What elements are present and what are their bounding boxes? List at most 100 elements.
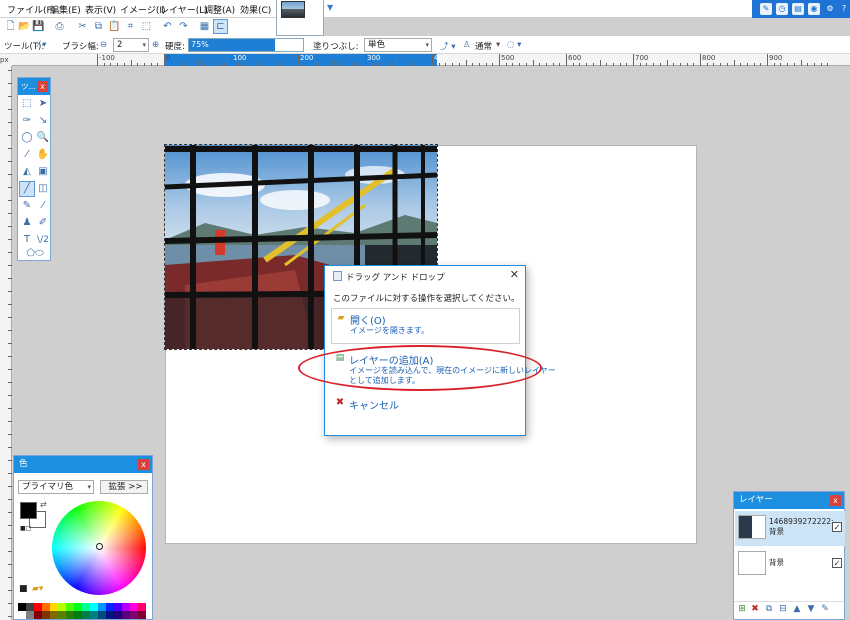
palette-swatch[interactable] [66,603,74,611]
expand-button[interactable]: 拡張 >> [100,480,148,494]
new-image-icon[interactable]: 🗋 [4,20,17,33]
recolor-icon[interactable]: ✐ [36,216,50,230]
redo-icon[interactable]: ↷ [177,20,190,33]
layers-panel-header[interactable]: レイヤー x [734,492,844,509]
palette-swatch[interactable] [18,603,26,611]
menu-effects[interactable]: 効果(C) [240,3,271,16]
tab-dropdown-icon[interactable]: ▼ [327,3,333,12]
palette-swatch[interactable] [58,603,66,611]
palette-swatch[interactable] [82,603,90,611]
reset-colors-icon[interactable]: ■□ [20,525,31,532]
palette-swatch[interactable] [98,603,106,611]
crop-icon[interactable]: ⌗ [124,20,137,33]
palette-swatch[interactable] [90,611,98,619]
palette-swatch[interactable] [18,611,26,619]
palette-swatch[interactable] [90,603,98,611]
paint-bucket-icon[interactable]: ◭ [20,165,34,179]
color-palette[interactable] [18,603,146,619]
clone-stamp-icon[interactable]: ♟ [20,216,34,230]
palette-swatch[interactable] [42,603,50,611]
duplicate-layer-icon[interactable]: ⧉ [764,604,774,615]
palette-swatch[interactable] [82,611,90,619]
add-layer-icon[interactable]: ⊞ [737,604,747,615]
palette-swatch[interactable] [122,603,130,611]
antialias-icon[interactable]: ⤴ ▾ [440,40,455,52]
move-selection-icon[interactable]: ➤ [36,97,50,111]
move-layer-up-icon[interactable]: ▲ [792,604,802,615]
palette-swatch[interactable] [74,611,82,619]
color-picker-icon[interactable]: ⁄ [36,199,50,213]
delete-layer-icon[interactable]: ✖ [750,604,760,615]
primary-color-swatch[interactable] [20,502,37,519]
tools-toggle-icon[interactable]: ✎ [760,3,772,15]
layer-visibility-checkbox[interactable]: ✓ [832,558,842,568]
help-icon[interactable]: ? [838,3,850,15]
current-tool-icon[interactable]: ⁄ ▾ [38,40,46,50]
palette-swatch[interactable] [58,611,66,619]
layer-row-photo[interactable]: 1468939272222: 背景 ✓ [735,511,845,546]
deselect-icon[interactable]: ⬚ [140,20,153,33]
menu-image[interactable]: イメージ(I) [120,3,166,16]
palette-swatch[interactable] [130,611,138,619]
copy-icon[interactable]: ⧉ [92,20,105,33]
text-tool-icon[interactable]: T [20,233,34,247]
palette-swatch[interactable] [34,611,42,619]
palette-swatch[interactable] [122,611,130,619]
menu-layers[interactable]: レイヤー(L) [160,3,208,16]
layers-panel-close-button[interactable]: x [830,495,841,506]
magic-wand-icon[interactable]: ⁄ [20,148,34,162]
layer-visibility-checkbox[interactable]: ✓ [832,522,842,532]
palette-swatch[interactable] [138,611,146,619]
pan-hand-icon[interactable]: ✋ [36,148,50,162]
rect-select-icon[interactable]: ⬚ [20,97,34,111]
dialog-close-button[interactable]: ✕ [510,268,519,281]
palette-black-icon[interactable]: ■ [19,584,28,594]
fill-select[interactable]: 単色 ▾ [364,38,432,52]
palette-swatch[interactable] [114,603,122,611]
color-panel-header[interactable]: 色 x [14,456,152,473]
menu-adjust[interactable]: 調整(A) [204,3,235,16]
open-option-button[interactable]: ▰ 開く(O) イメージを開きます。 [331,308,520,344]
move-layer-down-icon[interactable]: ▼ [806,604,816,615]
palette-swatch[interactable] [34,603,42,611]
gradient-icon[interactable]: ▣ [36,165,50,179]
palette-swatch[interactable] [138,603,146,611]
hardness-slider[interactable]: 75% [188,38,304,52]
palette-swatch[interactable] [26,603,34,611]
ellipse-select-icon[interactable]: ◯ [20,131,34,145]
tools-panel-header[interactable]: ツ... x [18,78,50,95]
merge-layer-icon[interactable]: ⊟ [778,604,788,615]
open-folder-icon[interactable]: 📂 [18,20,31,33]
fill-caret-icon[interactable]: ▾ [425,39,429,51]
colors-toggle-icon[interactable]: ◉ [808,3,820,15]
move-selected-icon[interactable]: ↘ [36,114,50,128]
color-mode-select[interactable]: プライマリ色 ▾ [18,480,94,494]
swap-colors-icon[interactable]: ⇄ [40,500,47,509]
ruler-toggle-icon[interactable]: ⊏ [213,19,228,34]
line-curve-icon[interactable]: \/2 [36,233,50,247]
layer-properties-icon[interactable]: ✎ [820,604,830,615]
palette-swatch[interactable] [74,603,82,611]
tools-panel-close-button[interactable]: x [37,81,48,92]
paste-icon[interactable]: 📋 [108,20,121,33]
palette-swatch[interactable] [106,603,114,611]
color-mode-caret-icon[interactable]: ▾ [87,481,91,493]
layer-row-background[interactable]: 背景 ✓ [735,547,845,582]
palette-swatch[interactable] [114,611,122,619]
blend-mode-icon[interactable]: ♙ [463,40,471,50]
print-icon[interactable]: ⎙ [53,20,66,33]
zoom-icon[interactable]: 🔍 [36,131,50,145]
palette-swatch[interactable] [98,611,106,619]
menu-view[interactable]: 表示(V) [85,3,116,16]
palette-swatch[interactable] [26,611,34,619]
cut-icon[interactable]: ✂ [76,20,89,33]
palette-swatch[interactable] [66,611,74,619]
paintbrush-icon[interactable]: ╱ [19,181,35,197]
eraser-icon[interactable]: ◫ [36,182,50,196]
color-panel-close-button[interactable]: x [138,459,149,470]
palette-swatch[interactable] [50,611,58,619]
history-toggle-icon[interactable]: ◷ [776,3,788,15]
color-wheel-cursor[interactable] [96,543,103,550]
palette-swatch[interactable] [50,603,58,611]
settings-gear-icon[interactable]: ⚙ [824,3,836,15]
